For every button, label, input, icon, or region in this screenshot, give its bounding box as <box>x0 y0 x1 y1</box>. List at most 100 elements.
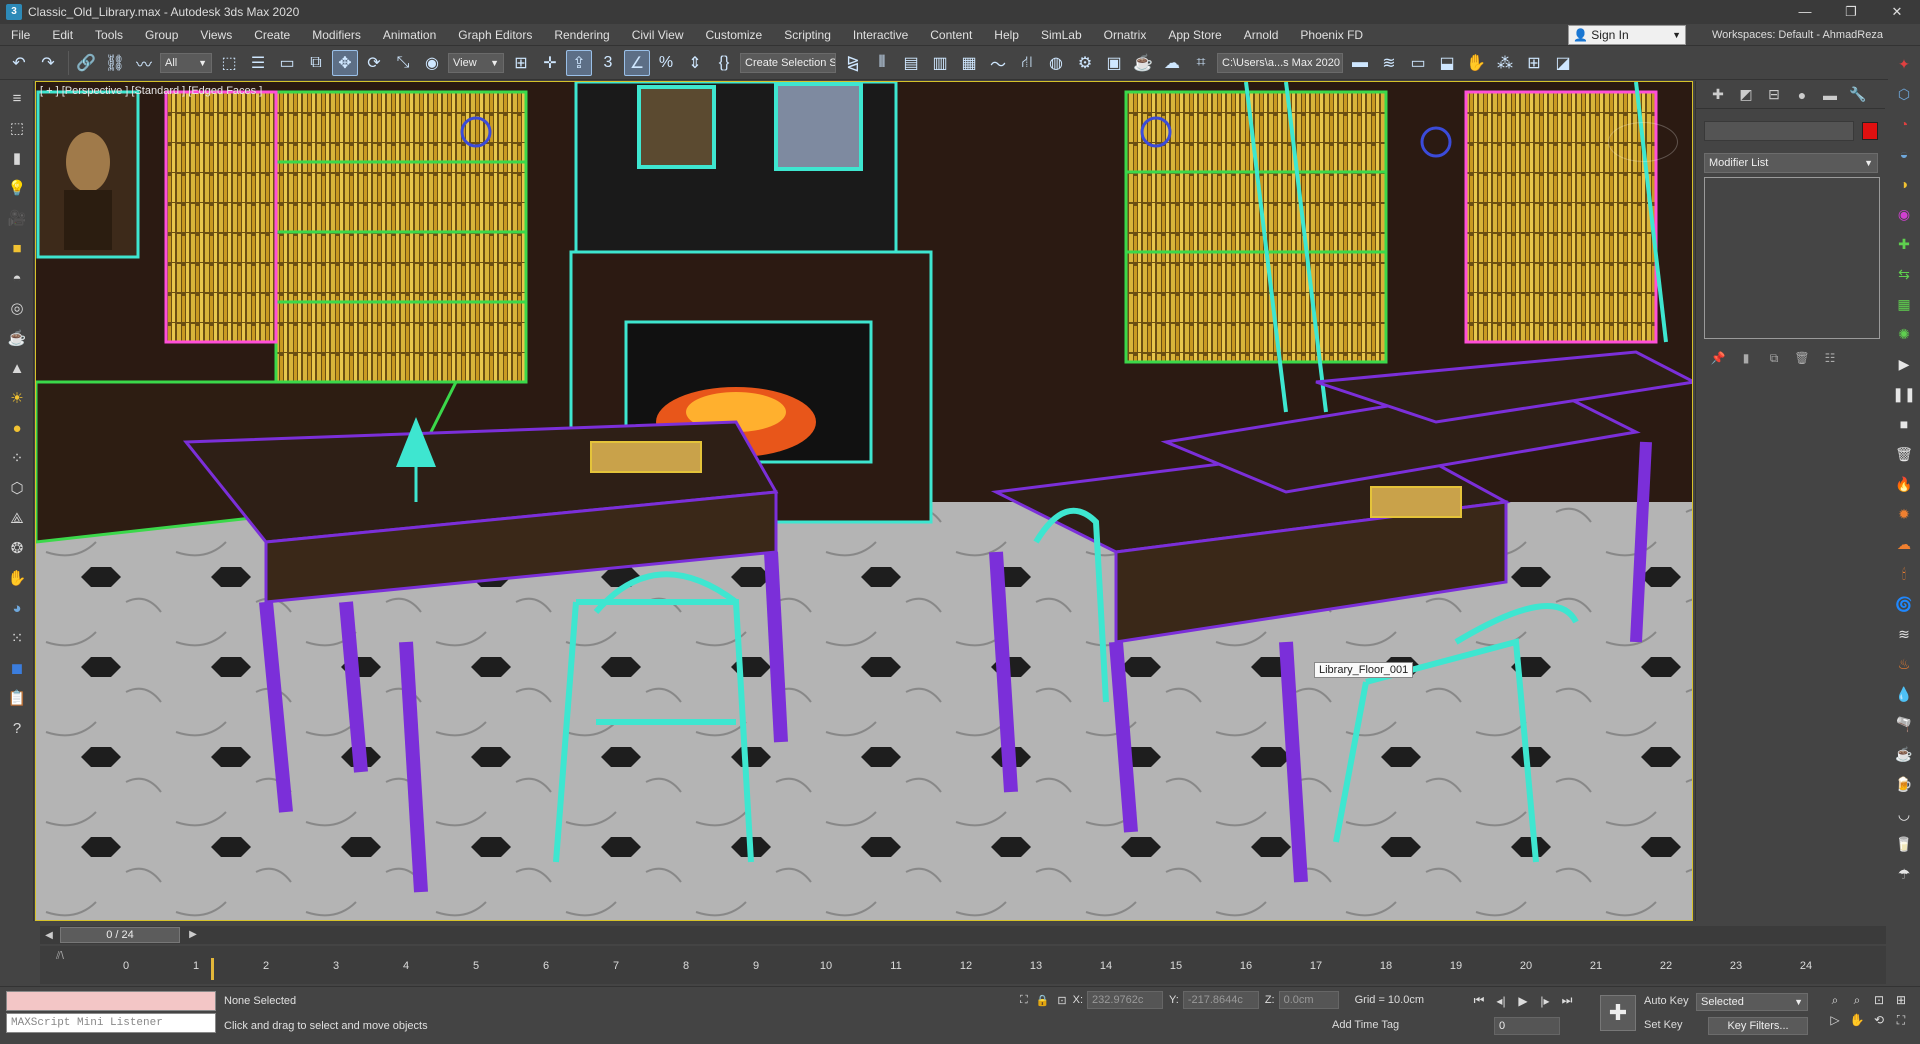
auto-key-button[interactable]: Auto Key <box>1644 995 1689 1007</box>
color-palette-icon[interactable]: ⁙ <box>4 625 30 651</box>
modifier-stack-list[interactable] <box>1704 177 1880 339</box>
torch-preset-icon[interactable]: ♨ <box>1892 652 1916 676</box>
percent-snap-icon[interactable]: % <box>653 50 679 76</box>
previous-frame-icon[interactable]: ◀ <box>40 930 58 941</box>
camera-icon[interactable]: 🎥 <box>4 205 30 231</box>
milk-preset-icon[interactable]: 🥛 <box>1892 832 1916 856</box>
menu-views[interactable]: Views <box>189 24 243 46</box>
phoenix-fire-icon[interactable]: ✋ <box>1463 50 1489 76</box>
snaps-toggle-icon[interactable]: 3 <box>595 50 621 76</box>
phoenix-grid-icon[interactable]: ✺ <box>1892 322 1916 346</box>
rectangular-selection-icon[interactable]: ▭ <box>274 50 300 76</box>
window-crossing-icon[interactable]: ⧉ <box>303 50 329 76</box>
menu-help[interactable]: Help <box>983 24 1030 46</box>
fire-preset-icon[interactable]: 🔥 <box>1892 472 1916 496</box>
remove-modifier-icon[interactable]: 🗑 <box>1788 351 1816 365</box>
select-object-tool-icon[interactable]: ⬚ <box>4 115 30 141</box>
ornatrix-hair-icon[interactable]: ≋ <box>1376 50 1402 76</box>
phoenix-sim-icon[interactable]: ⬡ <box>1892 82 1916 106</box>
sign-in-dropdown[interactable]: 👤 Sign In ▼ <box>1568 25 1686 45</box>
menu-animation[interactable]: Animation <box>372 24 447 46</box>
stop-simulation-icon[interactable]: ■ <box>1892 412 1916 436</box>
menu-phoenix-fd[interactable]: Phoenix FD <box>1289 24 1374 46</box>
maximize-viewport-icon[interactable]: ⛶ <box>1890 1013 1912 1033</box>
bowl-preset-icon[interactable]: ◡ <box>1892 802 1916 826</box>
mini-curve-editor-icon[interactable]: ⫽\ <box>56 950 64 963</box>
selection-filter-dropdown[interactable]: All ▼ <box>160 52 212 73</box>
pause-simulation-icon[interactable]: ❚❚ <box>1892 382 1916 406</box>
named-selection-dropdown[interactable]: Create Selection Se ▼ <box>740 52 836 73</box>
render-shortcuts-icon[interactable]: ⌗ <box>1188 50 1214 76</box>
modify-tab-icon[interactable]: ◩ <box>1732 86 1760 103</box>
box-primitive-icon[interactable]: ■ <box>4 235 30 261</box>
spinner-snap-icon[interactable]: ⇕ <box>682 50 708 76</box>
play-simulation-icon[interactable]: ▶ <box>1892 352 1916 376</box>
phoenix-ocean-icon[interactable]: ✚ <box>1892 232 1916 256</box>
next-key-icon[interactable]: |▸ <box>1534 994 1556 1008</box>
viewcube-compass[interactable] <box>1608 122 1678 162</box>
key-mode-dropdown[interactable]: Selected ▼ <box>1696 993 1808 1011</box>
isolate-selection-icon[interactable]: ⛶ <box>1020 994 1028 1007</box>
create-tab-icon[interactable]: ✚ <box>1704 86 1732 103</box>
y-coordinate-field[interactable]: -217.8644c <box>1182 991 1259 1009</box>
pin-stack-icon[interactable]: 📌 <box>1704 351 1732 365</box>
viewport-label-menu[interactable]: [ + ] [Perspective ] [Standard ] [Edged … <box>40 85 262 97</box>
select-and-scale-icon[interactable]: ⤡ <box>390 50 416 76</box>
redo-icon[interactable]: ↷ <box>35 50 61 76</box>
keyboard-shortcut-override-icon[interactable]: ⇪ <box>566 49 592 76</box>
mirror-icon[interactable]: ⧎ <box>840 50 866 76</box>
phoenix-liquid-icon[interactable]: ◒ <box>1892 142 1916 166</box>
time-slider-thumb[interactable]: 0 / 24 <box>60 927 180 943</box>
tornado-preset-icon[interactable]: 🌀 <box>1892 592 1916 616</box>
select-object-icon[interactable]: ⬚ <box>216 50 242 76</box>
toolbar-collapse-icon[interactable]: ≡ <box>4 85 30 111</box>
phoenix-liquid-icon[interactable]: ⁂ <box>1492 50 1518 76</box>
menu-customize[interactable]: Customize <box>695 24 774 46</box>
set-key-button-icon[interactable]: ✚ <box>1600 995 1636 1031</box>
workspaces-selector[interactable]: Workspaces: Default - AhmadReza <box>1712 24 1883 46</box>
current-frame-field[interactable]: 0 <box>1494 1017 1560 1035</box>
rain-preset-icon[interactable]: ☂ <box>1892 862 1916 886</box>
ornatrix-strand-icon[interactable]: ⬓ <box>1434 50 1460 76</box>
undo-icon[interactable]: ↶ <box>6 50 32 76</box>
teapot-icon[interactable]: ☕ <box>4 325 30 351</box>
zoom-extents-all-icon[interactable]: ⊞ <box>1890 993 1912 1013</box>
modifier-list-dropdown[interactable]: Modifier List ▼ <box>1704 153 1878 173</box>
modifier-stack-icon[interactable]: ⬡ <box>4 475 30 501</box>
maxscript-listener-output[interactable] <box>6 991 216 1011</box>
help-icon[interactable]: ? <box>4 715 30 741</box>
phoenix-preview-icon[interactable]: ◪ <box>1550 50 1576 76</box>
show-end-result-icon[interactable]: ▮ <box>1732 351 1760 365</box>
phoenix-source-icon[interactable]: ⊞ <box>1521 50 1547 76</box>
beer-preset-icon[interactable]: 🍺 <box>1892 772 1916 796</box>
project-folder-dropdown[interactable]: C:\Users\a...s Max 2020 ▼ <box>1217 52 1343 73</box>
restore-button[interactable]: ❐ <box>1828 0 1874 24</box>
reference-coordinate-dropdown[interactable]: View ▼ <box>448 52 504 73</box>
close-button[interactable]: ✕ <box>1874 0 1920 24</box>
go-to-end-icon[interactable]: ⏭ <box>1556 993 1578 1008</box>
menu-app-store[interactable]: App Store <box>1157 24 1232 46</box>
shading-icon[interactable]: ▮ <box>4 145 30 171</box>
schematic-view-icon[interactable]: ⛙ <box>1014 50 1040 76</box>
menu-modifiers[interactable]: Modifiers <box>301 24 372 46</box>
material-editor-icon[interactable]: ◍ <box>1043 50 1069 76</box>
toggle-layer-explorer-icon[interactable]: ▥ <box>927 50 953 76</box>
smoke-preset-icon[interactable]: ☁ <box>1892 532 1916 556</box>
torus-icon[interactable]: ◎ <box>4 295 30 321</box>
zoom-all-icon[interactable]: ⌕ <box>1846 993 1868 1013</box>
menu-ornatrix[interactable]: Ornatrix <box>1093 24 1158 46</box>
orbit-icon[interactable]: ⟲ <box>1868 1013 1890 1033</box>
align-icon[interactable]: ⫴ <box>869 50 895 76</box>
menu-graph-editors[interactable]: Graph Editors <box>447 24 543 46</box>
set-key-button[interactable]: Set Key <box>1644 1019 1683 1031</box>
wave-preset-icon[interactable]: ≋ <box>1892 622 1916 646</box>
object-name-field[interactable] <box>1704 121 1854 141</box>
configure-modifier-sets-icon[interactable]: ☷ <box>1816 351 1844 365</box>
phoenix-mesher-icon[interactable]: ⇆ <box>1892 262 1916 286</box>
select-manipulate-icon[interactable]: ✛ <box>537 50 563 76</box>
curve-editor-icon[interactable]: 〜 <box>985 50 1011 76</box>
selection-lock-icon[interactable]: 🔒 <box>1036 994 1050 1007</box>
unlink-icon[interactable]: ⛓ <box>102 50 128 76</box>
render-production-icon[interactable]: ☕ <box>1130 50 1156 76</box>
water-preset-icon[interactable]: 💧 <box>1892 682 1916 706</box>
